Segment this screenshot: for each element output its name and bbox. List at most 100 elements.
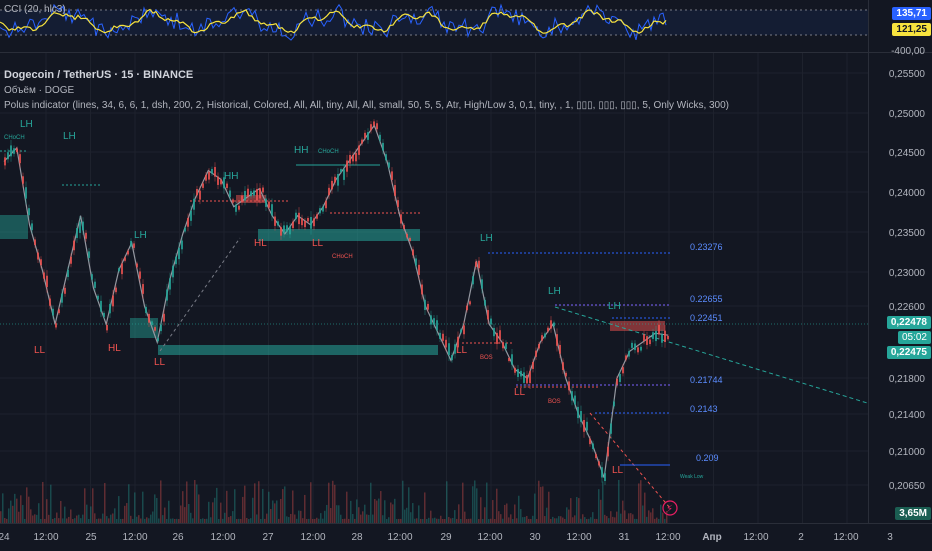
volume-bar	[628, 513, 630, 523]
candle-body	[355, 152, 357, 162]
candle-body	[526, 374, 528, 384]
candle-body	[88, 251, 90, 258]
volume-bar	[464, 511, 466, 523]
volume-bar	[118, 496, 120, 523]
volume-bar	[152, 511, 154, 523]
candle-body	[34, 239, 36, 246]
cci-value-badge: 135,71	[892, 7, 931, 20]
candle-body	[85, 232, 87, 239]
candle-body	[253, 190, 255, 196]
volume-bar	[282, 489, 284, 523]
candle-body	[127, 250, 129, 255]
volume-legend[interactable]: Объём · DOGE	[4, 85, 74, 96]
candle-body	[304, 220, 306, 228]
ll-label: LL	[456, 345, 468, 356]
price-tick: 0,22600	[888, 302, 925, 313]
symbol-title[interactable]: Dogecoin / TetherUS · 15 · BINANCE	[4, 69, 193, 81]
volume-bar	[90, 506, 92, 523]
volume-bar	[36, 514, 38, 523]
candle-body	[70, 256, 72, 264]
candle-body	[433, 318, 435, 325]
candle-body	[481, 279, 483, 289]
volume-bar	[566, 507, 568, 523]
volume-bar	[382, 515, 384, 523]
candle-body	[187, 217, 189, 227]
candle-body	[598, 461, 600, 466]
volume-bar	[190, 512, 192, 523]
candle-body	[7, 152, 9, 160]
price-chart-pane[interactable]: LH LH LH HH HH LH LH LH LL HL LL HL LL L…	[0, 53, 891, 523]
volume-bar	[544, 516, 546, 523]
candle-body	[415, 258, 417, 266]
volume-bar	[194, 480, 196, 523]
candle-body	[538, 343, 540, 349]
candle-body	[466, 305, 468, 311]
volume-bar	[358, 507, 360, 523]
price-tick: 0,21400	[888, 410, 925, 421]
candle-body	[316, 214, 318, 219]
candle-body	[502, 342, 504, 349]
volume-bar	[320, 513, 322, 523]
volume-bar	[110, 514, 112, 523]
candle-body	[220, 179, 222, 185]
price-tick: 0,20650	[888, 481, 925, 492]
candle-body	[310, 216, 312, 229]
time-tick: 12:00	[387, 532, 413, 543]
candle-body	[31, 223, 33, 231]
candle-body	[640, 346, 642, 351]
time-tick: 31	[618, 532, 630, 543]
time-tick: 12:00	[833, 532, 859, 543]
volume-bar	[268, 491, 270, 523]
volume-bar	[330, 508, 332, 523]
volume-bar	[412, 503, 414, 523]
volume-bar	[392, 504, 394, 523]
candle-body	[112, 295, 114, 307]
candle-body	[421, 284, 423, 295]
volume-bar	[22, 505, 24, 523]
time-tick: 12:00	[566, 532, 592, 543]
candle-body	[133, 243, 135, 248]
volume-bar	[244, 485, 246, 523]
price-tick: 0,25000	[888, 109, 925, 120]
volume-bar	[480, 497, 482, 523]
candle-body	[100, 300, 102, 312]
volume-bar	[294, 514, 296, 523]
volume-bar	[276, 500, 278, 523]
cci-legend[interactable]: CCI (20, hlc3)	[4, 4, 66, 15]
candle-body	[190, 210, 192, 221]
price-axis[interactable]: 135,71 121,25 -400,00 0,25500 0,25000 0,…	[868, 0, 932, 523]
price-tick: 0,24500	[888, 148, 925, 159]
volume-bar	[70, 509, 72, 523]
volume-bar	[86, 504, 88, 523]
candle-body	[574, 395, 576, 405]
candle-body	[172, 265, 174, 278]
candle-body	[274, 216, 276, 226]
candle-body	[517, 368, 519, 377]
volume-bar	[30, 509, 32, 523]
candle-body	[424, 299, 426, 310]
indicator-legend[interactable]: Polus indicator (lines, 34, 6, 6, 1, dsh…	[4, 100, 729, 111]
candle-body	[643, 334, 645, 341]
volume-bar	[266, 513, 268, 523]
candle-body	[13, 148, 15, 154]
volume-bar	[406, 507, 408, 523]
volume-bar	[128, 484, 130, 523]
cci-pane[interactable]: CCI (20, hlc3)	[0, 0, 868, 52]
volume-bar	[458, 504, 460, 523]
candle-body	[289, 226, 291, 235]
candle-body	[82, 221, 84, 231]
candle-body	[4, 157, 6, 166]
candle-body	[37, 252, 39, 260]
candle-body	[532, 361, 534, 369]
candle-body	[151, 321, 153, 326]
volume-bar	[256, 514, 258, 523]
candle-body	[217, 176, 219, 185]
hl-label: HL	[108, 343, 121, 354]
cci-value2-badge: 121,25	[892, 23, 931, 36]
candle-body	[430, 315, 432, 325]
candle-body	[247, 188, 249, 197]
time-axis[interactable]: 24 12:00 25 12:00 26 12:00 27 12:00 28 1…	[0, 523, 932, 551]
volume-bar	[390, 502, 392, 523]
volume-bar	[298, 510, 300, 523]
volume-bar	[284, 486, 286, 523]
